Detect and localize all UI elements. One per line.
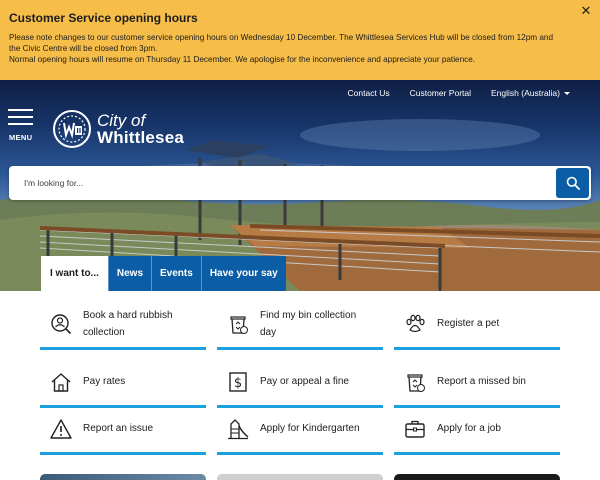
briefcase-icon xyxy=(402,416,428,442)
quick-link-pay-fine[interactable]: $ Pay or appeal a fine xyxy=(217,358,383,408)
quick-link-label: Register a pet xyxy=(437,318,500,329)
logo-line-2: Whittlesea xyxy=(97,128,185,147)
content-tabs: I want to... News Events Have your say xyxy=(41,256,286,291)
recycle-bin-icon xyxy=(225,311,251,337)
person-search-icon xyxy=(48,311,74,337)
caret-down-icon xyxy=(564,92,570,95)
customer-portal-link[interactable]: Customer Portal xyxy=(410,88,471,98)
search-icon xyxy=(566,176,580,190)
utility-nav: Contact Us Customer Portal English (Aust… xyxy=(328,84,570,102)
search-bar xyxy=(9,166,591,200)
hamburger-icon xyxy=(8,109,33,111)
alert-line-1: Please note changes to our customer serv… xyxy=(9,33,554,53)
quick-link-label: Report a missed bin xyxy=(437,376,526,387)
site-logo[interactable]: City of Whittlesea xyxy=(52,109,184,149)
quick-link-label: Apply for a job xyxy=(437,423,501,434)
feature-card-image[interactable] xyxy=(217,474,383,480)
playground-slide-icon xyxy=(225,416,251,442)
alert-banner: Customer Service opening hours Please no… xyxy=(0,0,600,80)
logo-line-1: City of xyxy=(97,111,146,130)
quick-link-missed-bin[interactable]: Report a missed bin xyxy=(394,358,560,408)
alert-body: Please note changes to our customer serv… xyxy=(9,32,560,65)
logo-wordmark: City of Whittlesea xyxy=(97,112,184,146)
svg-text:$: $ xyxy=(234,376,242,391)
tab-i-want-to[interactable]: I want to... xyxy=(41,256,108,291)
paw-icon xyxy=(402,311,428,337)
quick-link-job[interactable]: Apply for a job xyxy=(394,405,560,455)
menu-button[interactable]: MENU xyxy=(8,109,36,143)
alert-line-2: Normal opening hours will resume on Thur… xyxy=(9,55,476,64)
hamburger-icon-bar xyxy=(8,123,33,125)
tab-news[interactable]: News xyxy=(107,256,152,291)
language-selector[interactable]: English (Australia) xyxy=(491,88,570,98)
hamburger-icon-bar xyxy=(8,116,33,118)
dollar-icon: $ xyxy=(225,369,251,395)
quick-link-register-pet[interactable]: Register a pet xyxy=(394,300,560,350)
contact-us-link[interactable]: Contact Us xyxy=(348,88,390,98)
tab-have-your-say[interactable]: Have your say xyxy=(200,256,286,291)
quick-link-label: Pay or appeal a fine xyxy=(260,376,349,387)
quick-link-pay-rates[interactable]: Pay rates xyxy=(40,358,206,408)
quick-link-label: Find my bin collection day xyxy=(260,309,357,338)
quick-link-label: Report an issue xyxy=(83,423,154,434)
alert-title: Customer Service opening hours xyxy=(9,11,198,25)
close-icon[interactable]: ✕ xyxy=(578,3,594,19)
warning-icon xyxy=(48,416,74,442)
house-icon xyxy=(48,369,74,395)
city-of-whittlesea-logo-icon xyxy=(53,110,91,148)
quick-link-bin-collection-day[interactable]: Find my bin collection day xyxy=(217,300,383,350)
feature-card-image[interactable] xyxy=(394,474,560,480)
quick-link-kindergarten[interactable]: Apply for Kindergarten xyxy=(217,405,383,455)
recycle-bin-icon xyxy=(402,369,428,395)
search-input[interactable] xyxy=(9,166,549,200)
quick-link-label: Apply for Kindergarten xyxy=(260,423,360,434)
hero-banner: Contact Us Customer Portal English (Aust… xyxy=(0,80,600,291)
quick-link-hard-rubbish[interactable]: Book a hard rubbish collection xyxy=(40,300,206,350)
quick-link-report-issue[interactable]: Report an issue xyxy=(40,405,206,455)
feature-card-image[interactable] xyxy=(40,474,206,480)
language-label: English (Australia) xyxy=(491,88,560,98)
quick-link-label: Book a hard rubbish collection xyxy=(83,309,173,338)
search-button[interactable] xyxy=(556,168,589,198)
menu-label: MENU xyxy=(9,133,33,142)
tab-events[interactable]: Events xyxy=(151,256,201,291)
quick-link-label: Pay rates xyxy=(83,376,126,387)
